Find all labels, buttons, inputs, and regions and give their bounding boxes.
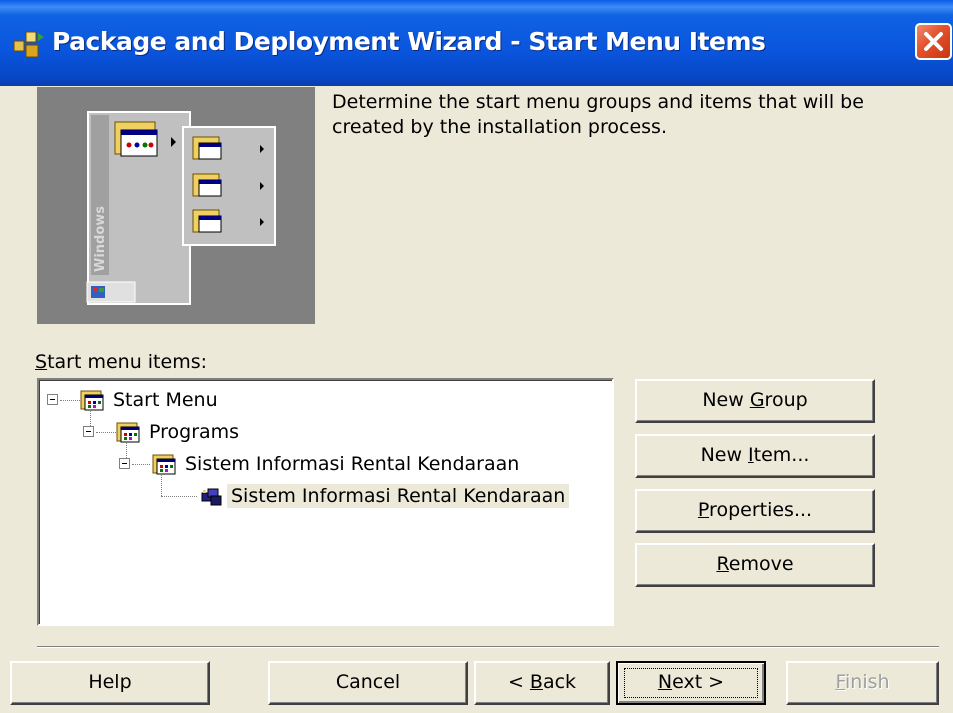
- new-item-button[interactable]: New Item...: [635, 434, 875, 478]
- focus-ring: [624, 668, 758, 698]
- tree-node-programs[interactable]: Programs: [83, 420, 283, 444]
- close-button[interactable]: [915, 23, 952, 60]
- step-description: Determine the start menu groups and item…: [332, 91, 864, 138]
- collapse-toggle[interactable]: [83, 426, 94, 437]
- folder-icon: [80, 390, 104, 411]
- finish-button[interactable]: Finish: [786, 661, 939, 705]
- tree-node-label: Programs: [149, 421, 240, 443]
- collapse-toggle[interactable]: [47, 394, 58, 405]
- cancel-button[interactable]: Cancel: [268, 661, 468, 705]
- collapse-toggle[interactable]: [119, 458, 130, 469]
- start-menu-illustration: Windows: [86, 111, 276, 305]
- folder-icon: [152, 454, 176, 475]
- next-button[interactable]: Next >: [616, 661, 766, 705]
- folder-icon: [116, 422, 140, 443]
- tree-node-app-shortcut[interactable]: Sistem Informasi Rental Kendaraan: [199, 484, 599, 508]
- tree-node-label: Sistem Informasi Rental Kendaraan: [227, 484, 570, 508]
- tree-node-label: Sistem Informasi Rental Kendaraan: [185, 453, 520, 475]
- properties-button[interactable]: Properties...: [635, 489, 875, 533]
- remove-button[interactable]: Remove: [635, 543, 875, 587]
- tree-node-label: Start Menu: [113, 389, 218, 411]
- footer-separator: [37, 646, 939, 648]
- back-button[interactable]: < Back: [474, 661, 610, 705]
- windows-vertical-label: Windows: [93, 206, 108, 272]
- wizard-window: Package and Deployment Wizard - Start Me…: [0, 0, 953, 713]
- tree-node-start-menu[interactable]: Start Menu: [47, 388, 307, 412]
- wizard-illustration: Windows: [37, 87, 315, 324]
- package-deployment-icon: [13, 31, 44, 58]
- new-group-button[interactable]: New Group: [635, 379, 875, 423]
- app-shortcut-icon: [201, 488, 222, 506]
- start-menu-tree[interactable]: Start Menu Programs Sistem Informasi Ren…: [37, 378, 614, 626]
- window-title: Package and Deployment Wizard - Start Me…: [52, 27, 766, 56]
- title-bar[interactable]: Package and Deployment Wizard - Start Me…: [0, 0, 953, 86]
- help-button[interactable]: Help: [10, 661, 210, 705]
- close-icon: [924, 32, 943, 51]
- tree-node-app-group[interactable]: Sistem Informasi Rental Kendaraan: [119, 452, 559, 476]
- tree-label: Start menu items:: [35, 351, 208, 373]
